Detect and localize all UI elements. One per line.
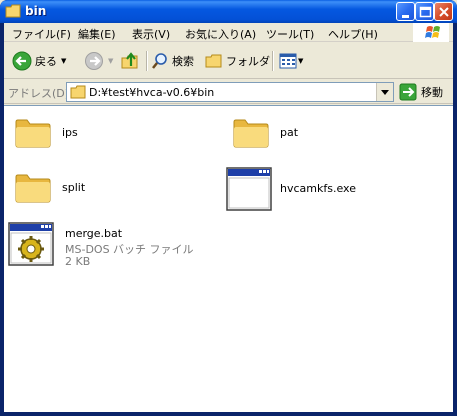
menu-tools[interactable]: ツール(T) [266, 26, 314, 42]
toolbar-separator [272, 51, 273, 71]
up-folder-button[interactable] [120, 50, 140, 72]
list-item[interactable]: ips [12, 114, 212, 154]
file-name: hvcamkfs.exe [280, 182, 356, 195]
folders-button[interactable]: フォルダ [205, 50, 270, 72]
close-button[interactable] [434, 2, 453, 21]
file-name: pat [280, 126, 299, 139]
list-item[interactable]: merge.bat MS-DOS バッチ ファイル 2 KB [8, 222, 228, 274]
application-window-icon [226, 167, 272, 211]
forward-arrow-icon [85, 52, 103, 70]
chevron-down-icon [381, 90, 389, 95]
forward-button[interactable]: ▼ [84, 50, 113, 72]
file-list[interactable]: ips pat split hvcamkfs.exe merge.bat MS-… [4, 105, 453, 412]
views-button[interactable]: ▼ [279, 50, 303, 72]
back-label: 戻る [35, 55, 57, 68]
menu-view[interactable]: 表示(V) [132, 26, 170, 42]
menu-favorites[interactable]: お気に入り(A) [185, 26, 256, 42]
search-icon [152, 53, 167, 69]
folder-icon [15, 174, 51, 203]
title-bar[interactable]: bin [0, 0, 457, 23]
back-button[interactable]: 戻る ▼ [12, 50, 66, 72]
menu-help[interactable]: ヘルプ(H) [328, 26, 378, 42]
explorer-window: bin ファイル(F) 編集(E) 表示(V) お気に入り(A) ツール(T) … [0, 0, 457, 416]
window-title: bin [25, 4, 47, 18]
file-name: split [62, 181, 86, 194]
back-arrow-icon [12, 51, 32, 71]
views-dropdown-icon[interactable]: ▼ [298, 57, 303, 65]
folders-icon [205, 54, 222, 68]
menu-edit[interactable]: 編集(E) [78, 26, 116, 42]
list-item[interactable]: split [12, 169, 212, 209]
list-item[interactable]: hvcamkfs.exe [226, 167, 446, 211]
standard-toolbar: 戻る ▼ ▼ 検索 フォルダ ▼ [4, 43, 453, 79]
address-bar: アドレス(D) D:¥test¥hvca-v0.6¥bin 移動 [4, 80, 453, 104]
batch-file-gear-icon [8, 222, 54, 266]
folder-icon [15, 119, 51, 148]
menu-bar: ファイル(F) 編集(E) 表示(V) お気に入り(A) ツール(T) ヘルプ(… [4, 23, 453, 42]
address-label: アドレス(D) [8, 87, 70, 100]
address-input[interactable]: D:¥test¥hvca-v0.6¥bin [66, 82, 394, 102]
folder-icon [70, 85, 86, 99]
folder-icon [5, 4, 21, 18]
up-folder-icon [121, 52, 138, 69]
address-path: D:¥test¥hvca-v0.6¥bin [89, 86, 215, 99]
menu-file[interactable]: ファイル(F) [12, 26, 71, 42]
windows-logo [413, 23, 449, 42]
search-button[interactable]: 検索 [151, 50, 194, 72]
minimize-button[interactable] [396, 2, 415, 21]
address-dropdown-button[interactable] [376, 83, 393, 101]
close-icon [439, 7, 449, 17]
file-name: merge.bat [65, 227, 123, 240]
minimize-icon [402, 15, 409, 18]
forward-dropdown-icon[interactable]: ▼ [108, 57, 113, 65]
back-dropdown-icon[interactable]: ▼ [61, 57, 66, 65]
views-icon [279, 53, 297, 69]
go-label: 移動 [421, 86, 443, 99]
folder-icon [233, 119, 269, 148]
go-arrow-icon [399, 83, 417, 101]
search-label: 検索 [172, 55, 194, 68]
maximize-button[interactable] [415, 2, 434, 21]
list-item[interactable]: pat [230, 114, 430, 154]
toolbar-separator [146, 51, 147, 71]
go-button[interactable]: 移動 [399, 82, 443, 102]
file-size: 2 KB [65, 255, 91, 268]
maximize-icon [419, 6, 432, 18]
file-name: ips [62, 126, 78, 139]
folders-label: フォルダ [226, 55, 270, 68]
